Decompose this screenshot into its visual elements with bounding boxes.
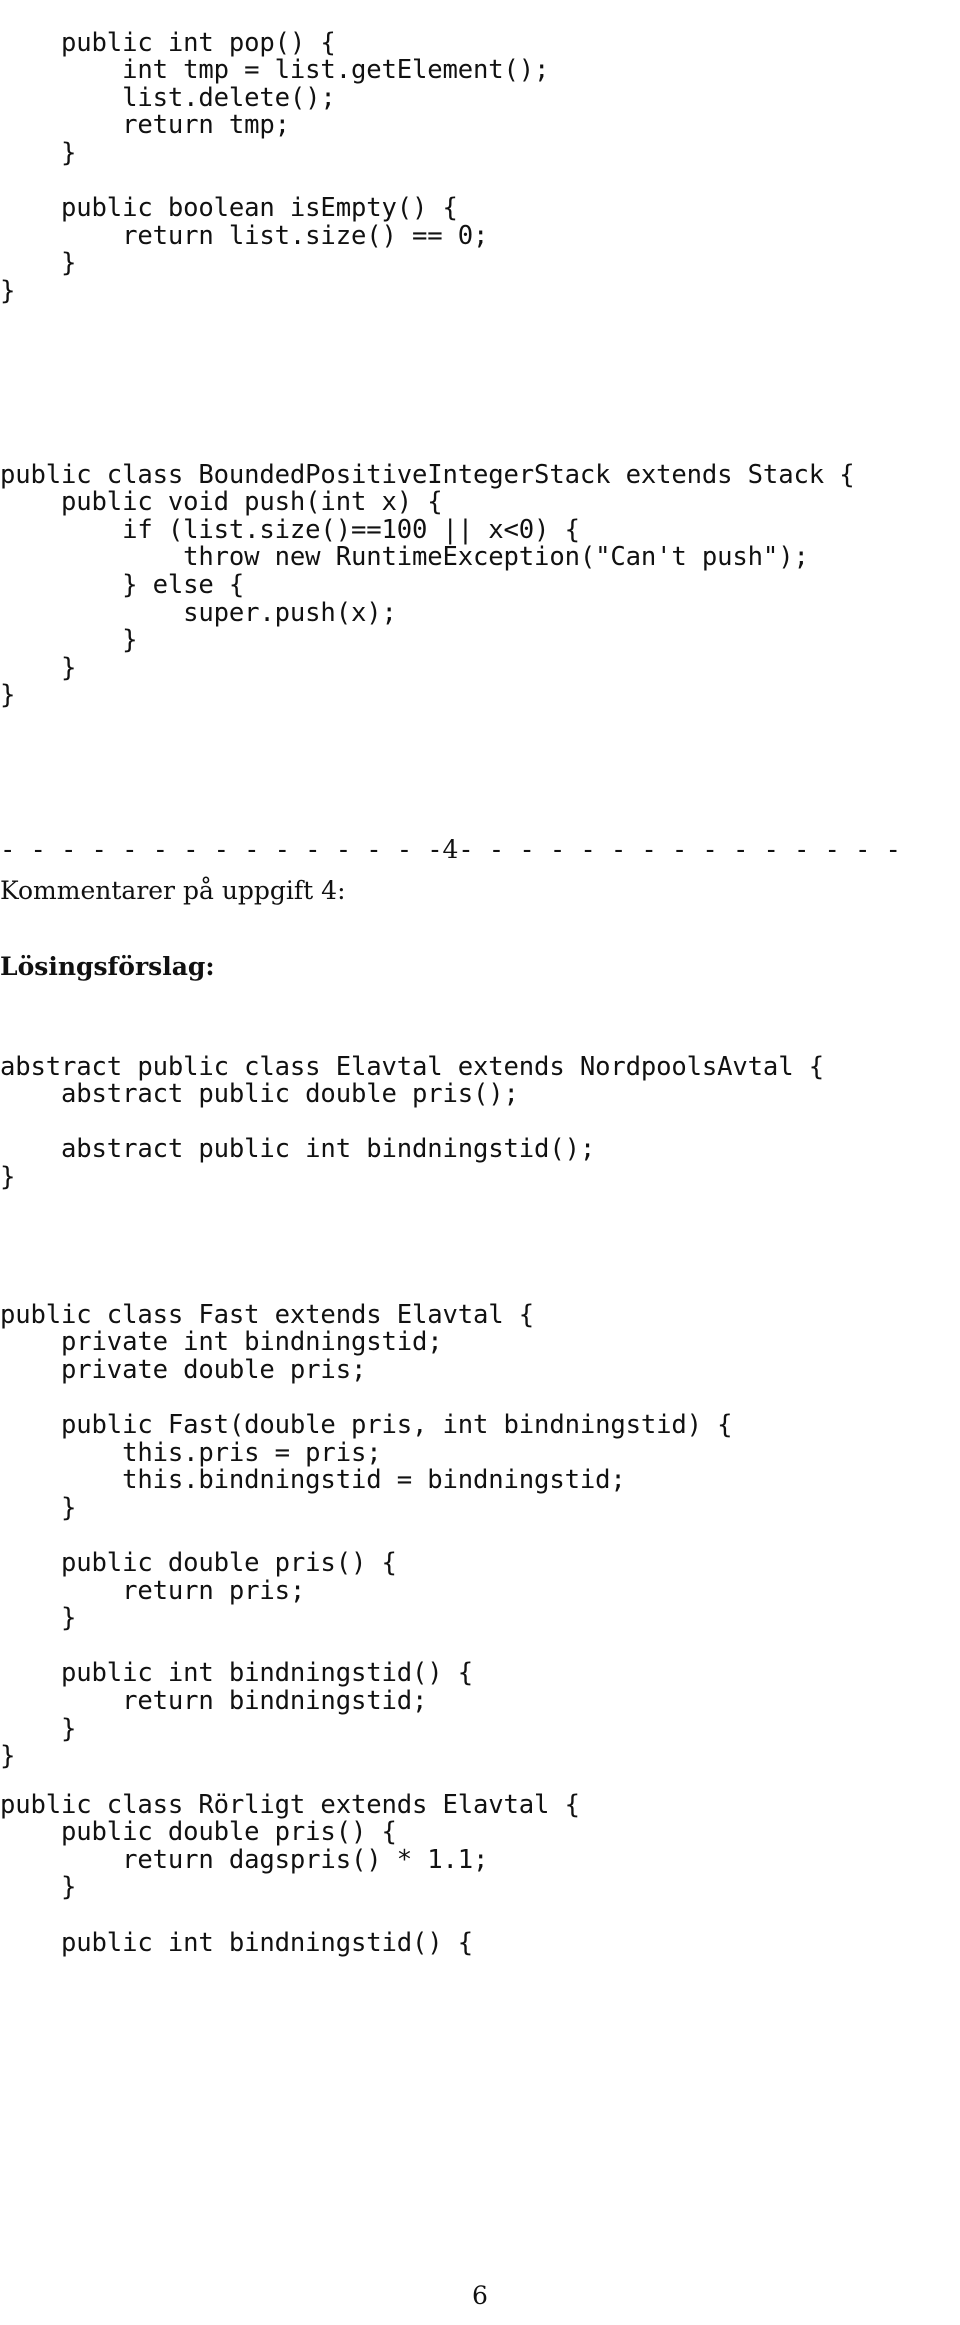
code-block-fast: public class Fast extends Elavtal { priv… xyxy=(0,1274,733,1826)
code-line: } xyxy=(0,1603,77,1634)
code-block-elavtal: abstract public class Elavtal extends No… xyxy=(0,1026,824,1247)
code-line: abstract public class Elavtal extends No… xyxy=(0,1051,824,1082)
document-page: public int pop() { int tmp = list.getEle… xyxy=(0,0,960,2325)
code-line: return list.size() == 0; xyxy=(0,220,489,251)
separator-dashes-left: - - - - - - - - - - - - - - - xyxy=(0,835,443,865)
code-line: private int bindningstid; xyxy=(0,1327,443,1358)
code-line: public int bindningstid() { xyxy=(0,1927,474,1958)
code-line: public class BoundedPositiveIntegerStack… xyxy=(0,459,855,490)
code-line: public int bindningstid() { xyxy=(0,1658,474,1689)
code-line: } xyxy=(0,248,77,279)
code-line: abstract public double pris(); xyxy=(0,1079,519,1110)
code-block-stack-tail: public int pop() { int tmp = list.getEle… xyxy=(0,2,549,361)
code-line: public void push(int x) { xyxy=(0,487,443,518)
code-line: this.pris = pris; xyxy=(0,1437,382,1468)
task-separator-rule: - - - - - - - - - - - - - - -4- - - - - … xyxy=(0,836,901,865)
comment-heading: Kommentarer på uppgift 4: xyxy=(0,876,346,905)
code-line: public double pris() { xyxy=(0,1547,397,1578)
code-line: if (list.size()==100 || x<0) { xyxy=(0,514,580,545)
code-line: } xyxy=(0,1713,77,1744)
solution-heading: Lösingsförslag: xyxy=(0,952,215,981)
code-line: } xyxy=(0,137,77,168)
code-line: public class Fast extends Elavtal { xyxy=(0,1299,535,1330)
code-line: abstract public int bindningstid(); xyxy=(0,1134,596,1165)
code-line: throw new RuntimeException("Can't push")… xyxy=(0,542,809,573)
code-line: } xyxy=(0,652,77,683)
code-line: return dagspris() * 1.1; xyxy=(0,1844,489,1875)
code-line: return bindningstid; xyxy=(0,1685,428,1716)
code-line: } xyxy=(0,1872,77,1903)
separator-task-number: 4 xyxy=(442,835,459,864)
code-line: public boolean isEmpty() { xyxy=(0,193,458,224)
code-line: public Fast(double pris, int bindningsti… xyxy=(0,1409,733,1440)
code-block-bounded-stack: public class BoundedPositiveIntegerStack… xyxy=(0,434,855,765)
code-line: this.bindningstid = bindningstid; xyxy=(0,1465,626,1496)
code-line: } xyxy=(0,1161,16,1192)
code-line: } xyxy=(0,1492,77,1523)
code-line: super.push(x); xyxy=(0,597,397,628)
code-line: } xyxy=(0,275,16,306)
code-line: public class Rörligt extends Elavtal { xyxy=(0,1789,580,1820)
code-line: list.delete(); xyxy=(0,82,336,113)
code-block-rorligt: public class Rörligt extends Elavtal { p… xyxy=(0,1764,580,2012)
code-line: public int pop() { xyxy=(0,27,336,58)
separator-dashes-right: - - - - - - - - - - - - - - - xyxy=(458,835,901,865)
code-line: return pris; xyxy=(0,1575,306,1606)
code-line: int tmp = list.getElement(); xyxy=(0,55,550,86)
code-line: } xyxy=(0,625,138,656)
code-line: return tmp; xyxy=(0,110,290,141)
code-line: private double pris; xyxy=(0,1354,367,1385)
code-line: public double pris() { xyxy=(0,1817,397,1848)
code-line: } else { xyxy=(0,569,245,600)
code-line: } xyxy=(0,680,16,711)
page-number: 6 xyxy=(472,2281,488,2310)
